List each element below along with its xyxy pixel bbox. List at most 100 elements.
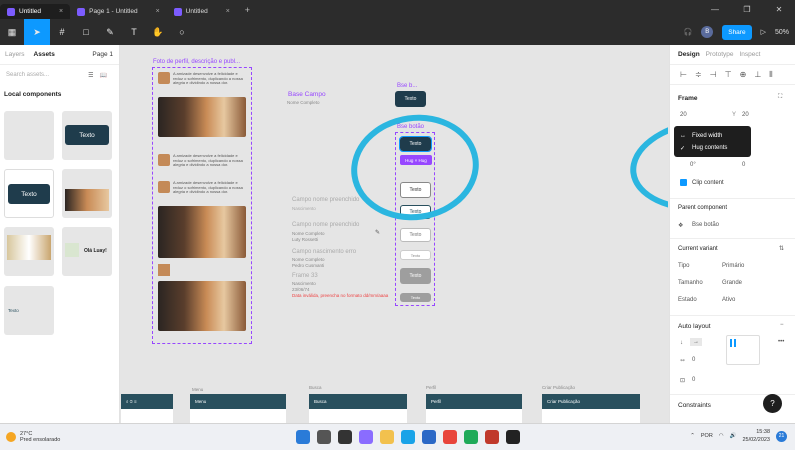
frame-title[interactable]: Criar Publicação [542,385,575,390]
align-bottom-icon[interactable]: ⊥ [754,70,761,79]
variant-options-icon[interactable]: ⇅ [779,245,784,252]
list-view-icon[interactable]: ☰📖 [88,72,113,79]
move-tool-icon[interactable]: ➤ [24,19,50,45]
component-thumb[interactable] [4,111,54,160]
auto-layout-title[interactable]: Auto layout [678,323,711,330]
search-input[interactable]: Search assets... [6,72,49,78]
variant-value[interactable]: Primário [722,263,744,269]
mobile-frame[interactable]: Criar Publicação [542,394,640,423]
field-label[interactable]: Campo nome preenchido [292,197,359,203]
button-component[interactable]: Texto [395,91,426,107]
align-right-icon[interactable]: ⊣ [710,70,717,79]
headphones-icon[interactable]: 🎧 [684,28,693,36]
component-thumb[interactable] [62,169,112,218]
present-icon[interactable]: ▷ [761,28,766,36]
tab-inspect[interactable]: Inspect [740,51,761,58]
button-outline-small[interactable]: Texto [400,228,431,242]
component-thumb[interactable]: Texto [4,169,54,218]
explorer-icon[interactable] [380,430,394,444]
clock[interactable]: 15:38 25/02/2023 [742,428,770,444]
variant-value[interactable]: Grande [722,280,742,286]
frame-title[interactable]: Busca [309,385,322,390]
teams-icon[interactable] [359,430,373,444]
main-menu-icon[interactable]: ▦ [0,19,24,45]
tab-design[interactable]: Design [678,51,700,58]
text-tool-icon[interactable]: T [122,19,146,45]
avatar[interactable]: B [701,26,714,38]
resize-icon[interactable]: ⛶ [778,94,782,101]
remove-icon[interactable]: − [780,322,784,328]
maximize-button[interactable]: ❐ [731,0,763,19]
field-label[interactable]: Frame 33 [292,273,318,279]
align-top-icon[interactable]: ⊤ [725,70,732,79]
minimize-button[interactable]: — [699,0,731,19]
field-label[interactable]: Campo nascimento erro [292,249,356,255]
canvas[interactable]: Foto de perfil, descrição e publ... A am… [121,45,668,423]
pen-tool-icon[interactable]: ✎ [98,19,122,45]
frame-title[interactable]: Menu [192,387,203,392]
direction-down-icon[interactable]: ↓ [680,340,683,346]
start-icon[interactable] [296,430,310,444]
section-local-components[interactable]: Local components [0,85,119,103]
more-icon[interactable]: ••• [778,339,784,345]
radius-input[interactable]: 0 [742,162,745,168]
mobile-frame[interactable]: Menu [190,394,286,423]
hug-contents-option[interactable]: ✓ Hug contents [680,142,745,154]
help-button[interactable]: ? [763,394,782,413]
direction-right-icon[interactable]: → [690,338,702,346]
tab-layers[interactable]: Layers [5,51,25,58]
align-center-icon[interactable]: ≑ [695,70,702,79]
frame-label[interactable]: Foto de perfil, descrição e publ... [153,59,240,65]
checkbox-icon[interactable] [680,179,687,186]
frame-label[interactable]: Bse b... [397,83,417,89]
align-left-icon[interactable]: ⊢ [680,70,687,79]
hand-tool-icon[interactable]: ✋ [146,19,170,45]
variant-value[interactable]: Ativo [722,297,735,303]
card-frame[interactable]: A amizade desenvolve a felicidade e redu… [152,67,252,344]
shape-tool-icon[interactable]: □ [74,19,98,45]
frame-title[interactable]: Perfil [426,385,436,390]
language[interactable]: POR [701,433,713,439]
field-label[interactable]: Campo nome preenchido [292,222,359,228]
search-icon[interactable] [317,430,331,444]
y-input[interactable]: 20 [742,112,749,118]
chevron-up-icon[interactable]: ⌃ [690,433,695,439]
parent-component-name[interactable]: Bse botão [692,222,719,228]
store-icon[interactable] [422,430,436,444]
browser-tab-3[interactable]: Untitled × [167,4,237,19]
close-icon[interactable]: × [59,8,63,15]
page-selector[interactable]: Page 1 [92,51,113,58]
figma-icon[interactable] [506,430,520,444]
component-thumb[interactable]: Olá Luay! [62,227,112,276]
mobile-frame[interactable]: Busca [309,394,407,423]
app-icon[interactable] [485,430,499,444]
mobile-frame[interactable]: ⌕ ⊙ ≡ [121,394,173,423]
asset-search[interactable]: Search assets... ☰📖 [0,65,119,85]
button-disabled-small[interactable]: Texto [400,293,431,302]
volume-icon[interactable]: 🔊 [730,433,737,439]
component-thumb[interactable]: Texto [4,286,54,335]
comment-tool-icon[interactable]: ○ [170,19,194,45]
frame-tool-icon[interactable]: # [50,19,74,45]
spacing-input[interactable]: 0 [692,357,695,363]
alignment-grid[interactable] [726,335,760,365]
frame-label[interactable]: Base Campo [288,91,326,98]
button-outline-tiny[interactable]: Texto [400,250,431,260]
tab-assets[interactable]: Assets [34,51,55,58]
notification-badge[interactable]: 21 [776,430,787,442]
x-input[interactable]: 20 [680,112,687,118]
padding-input[interactable]: 0 [692,377,695,383]
mobile-frame[interactable]: Perfil [426,394,522,423]
chrome-icon[interactable] [443,430,457,444]
edge-icon[interactable] [401,430,415,444]
rotation-input[interactable]: 0° [690,162,696,168]
browser-tab-1[interactable]: Untitled × [0,4,71,19]
app-icon[interactable] [464,430,478,444]
edit-icon[interactable]: ✎ [375,229,380,236]
distribute-icon[interactable]: ⫴ [769,70,772,80]
new-tab-button[interactable]: + [245,5,250,15]
frame-section-title[interactable]: Frame [678,95,698,102]
wifi-icon[interactable]: ◠ [719,433,724,439]
tab-prototype[interactable]: Prototype [706,51,734,58]
weather-widget[interactable]: 27°C Pred ensolarado [0,431,60,443]
